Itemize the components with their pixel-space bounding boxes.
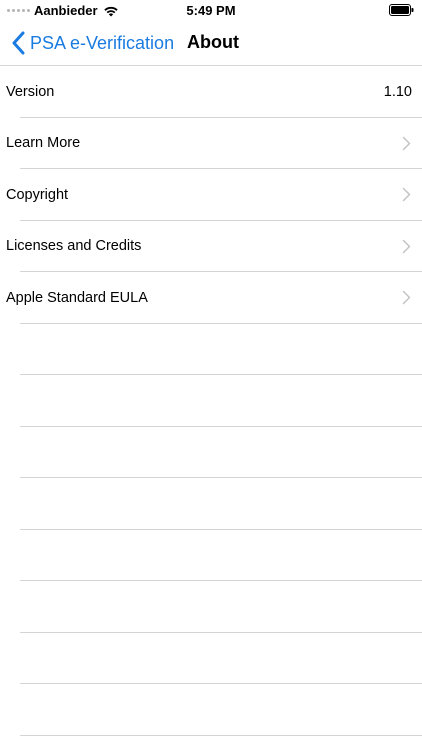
list-item-version: Version 1.10	[0, 66, 422, 118]
empty-list-row	[0, 530, 422, 582]
back-button[interactable]: PSA e-Verification	[11, 30, 174, 56]
empty-list-row	[0, 581, 422, 633]
list-item-learn-more[interactable]: Learn More	[0, 118, 422, 170]
list-item-label: Learn More	[6, 135, 81, 152]
empty-list-row	[0, 633, 422, 685]
list-item-label: Apple Standard EULA	[6, 289, 148, 306]
empty-list-row	[0, 478, 422, 530]
chevron-right-icon	[402, 136, 411, 150]
page-title: About	[187, 32, 239, 52]
empty-list-row	[0, 427, 422, 479]
list-item-licenses-and-credits[interactable]: Licenses and Credits	[0, 221, 422, 273]
navigation-bar: PSA e-Verification About	[0, 20, 422, 66]
empty-list-row	[0, 375, 422, 427]
battery-icon	[389, 4, 414, 16]
empty-list-row	[0, 684, 422, 736]
list-item-label: Copyright	[6, 186, 69, 203]
list-item-copyright[interactable]: Copyright	[0, 169, 422, 221]
version-value: 1.10	[383, 83, 412, 100]
chevron-right-icon	[402, 188, 411, 202]
list-item-apple-standard-eula[interactable]: Apple Standard EULA	[0, 272, 422, 324]
empty-list-row	[0, 324, 422, 376]
back-button-label: PSA e-Verification	[30, 32, 175, 53]
status-time: 5:49 PM	[186, 3, 236, 18]
status-bar: Aanbieder 5:49 PM	[0, 0, 422, 20]
list-item-label: Version	[6, 83, 55, 100]
chevron-left-icon	[12, 31, 25, 55]
chevron-right-icon	[402, 291, 411, 305]
list-item-label: Licenses and Credits	[6, 238, 142, 255]
chevron-right-icon	[402, 239, 411, 253]
screen: Aanbieder 5:49 PM PSA e-Verification Abo…	[0, 0, 422, 750]
about-list: Version 1.10 Learn More Copyright Licens…	[0, 66, 422, 736]
